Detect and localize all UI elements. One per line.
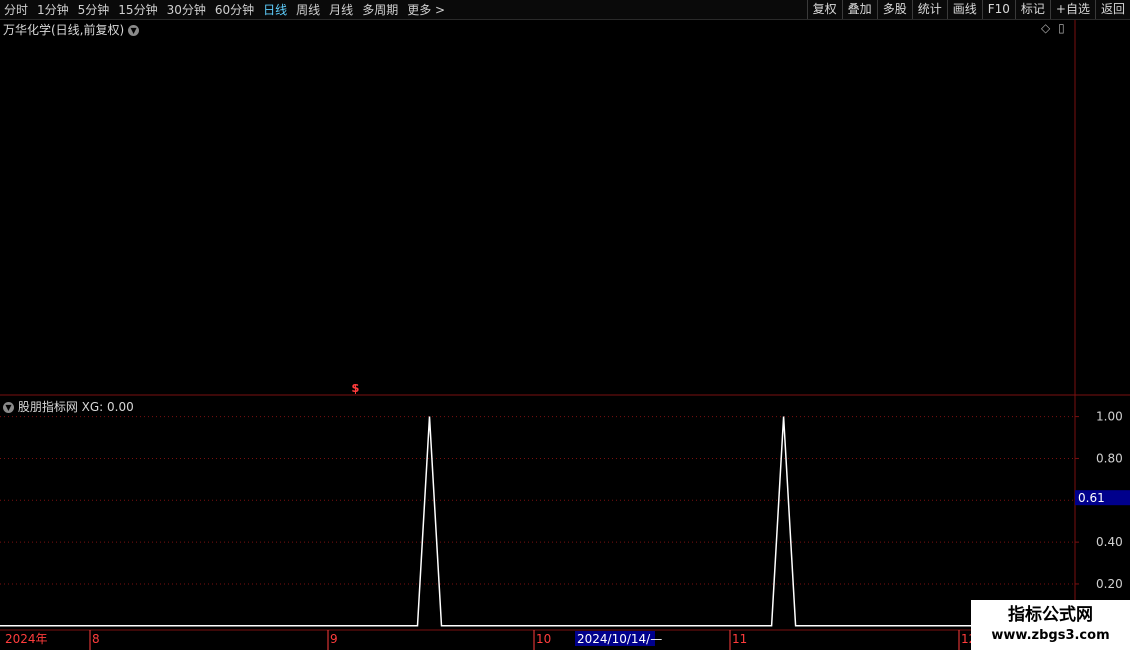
indicator-title-bar[interactable]: ▼ 股朋指标网 XG: 0.00 <box>3 398 134 415</box>
stock-title-bar[interactable]: 万华化学(日线,前复权) ▼ <box>3 21 140 38</box>
indicator-tick-label: 0.80 <box>1096 451 1123 465</box>
toolbar-button[interactable]: 多股 <box>876 0 912 19</box>
period-tabs: 分时 1分钟 5分钟 15分钟 30分钟 60分钟 日线 周线 月线 多周期 更多 > <box>4 0 454 19</box>
toolbar-button[interactable]: 画线 <box>946 0 982 19</box>
toolbar-button[interactable]: 标记 <box>1014 0 1050 19</box>
indicator-line <box>0 416 1075 627</box>
indicator-title: 股朋指标网 XG: 0.00 <box>17 400 134 414</box>
period-tab[interactable]: 分时 <box>4 1 28 18</box>
cursor-date: 2024/10/14/— <box>577 632 662 646</box>
toolbar-button[interactable]: 复权 <box>806 0 842 19</box>
period-tab[interactable]: 1分钟 <box>37 1 69 18</box>
month-label: 8 <box>92 632 100 646</box>
toolbar-button[interactable]: F10 <box>981 0 1015 19</box>
indicator-tick-label: 1.00 <box>1096 410 1123 424</box>
cursor-value: 0.61 <box>1078 491 1105 505</box>
axes: 100.097.5095.0092.5090.0087.5085.0082.50… <box>5 382 1130 650</box>
watermark-url: www.zbgs3.com <box>991 628 1110 643</box>
main-panel-controls: ◇ ▯ <box>1041 21 1065 35</box>
month-label: 10 <box>536 632 551 646</box>
chevron-down-icon[interactable]: ▼ <box>128 25 140 36</box>
toolbar: 分时 1分钟 5分钟 15分钟 30分钟 60分钟 日线 周线 月线 多周期 更多 > 复权 叠加 多股… <box>0 0 1130 20</box>
diamond-icon[interactable]: ◇ <box>1041 21 1050 35</box>
period-tab[interactable]: 日线 <box>263 1 287 18</box>
period-tab[interactable]: 15分钟 <box>118 1 157 18</box>
month-label: 9 <box>330 632 338 646</box>
period-tab[interactable]: 60分钟 <box>215 1 254 18</box>
toolbar-button[interactable]: 叠加 <box>841 0 877 19</box>
panel-toggle-icon[interactable]: ▯ <box>1058 21 1065 35</box>
period-tab[interactable]: 周线 <box>296 1 320 18</box>
watermark: 指标公式网 www.zbgs3.com <box>971 600 1130 650</box>
month-label: 11 <box>732 632 747 646</box>
kline-chart[interactable]: 100.097.5095.0092.5090.0087.5085.0082.50… <box>0 0 1130 650</box>
period-tab[interactable]: 5分钟 <box>78 1 110 18</box>
period-tab[interactable]: 月线 <box>329 1 353 18</box>
toolbar-button[interactable]: 返回 <box>1094 0 1130 19</box>
toolbar-button[interactable]: 统计 <box>911 0 947 19</box>
price-grid <box>0 19 1130 631</box>
stock-title: 万华化学(日线,前复权) <box>3 23 125 37</box>
period-tab[interactable]: 多周期 <box>362 1 398 18</box>
toolbar-button[interactable]: +自选 <box>1049 0 1095 19</box>
period-tab[interactable]: 30分钟 <box>167 1 206 18</box>
watermark-title: 指标公式网 <box>1008 605 1093 625</box>
period-tab[interactable]: 更多 > <box>407 1 445 18</box>
indicator-tick-label: 0.20 <box>1096 577 1123 591</box>
year-label: 2024年 <box>5 632 48 646</box>
indicator-tick-label: 0.40 <box>1096 535 1123 549</box>
indicator-plot <box>0 416 1075 627</box>
toolbar-buttons: 复权 叠加 多股 统计 画线 F10 标记 +自选 返回 <box>806 0 1130 19</box>
chevron-down-icon[interactable]: ▼ <box>3 402 14 413</box>
